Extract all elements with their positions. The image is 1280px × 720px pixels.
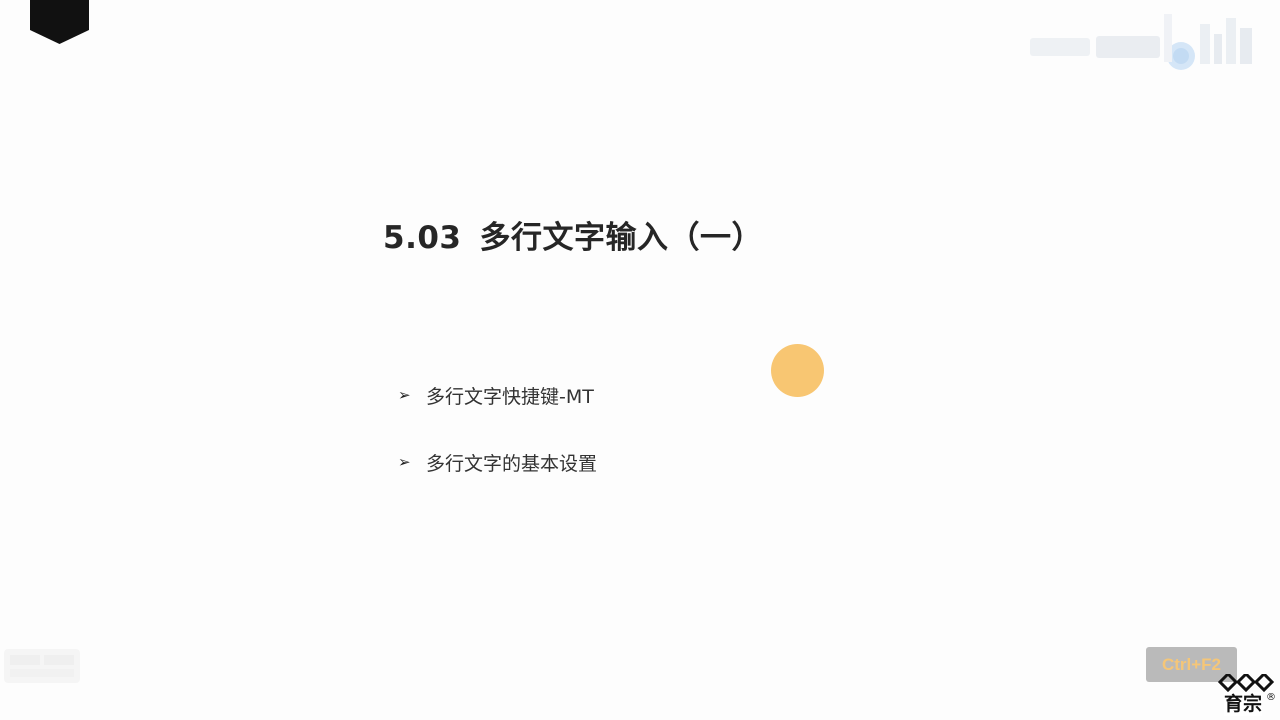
- slide-title-number: 5.03: [383, 220, 462, 256]
- slide-title: 5.03 多行文字输入（一）: [383, 212, 763, 257]
- arrow-bullet-icon: ➢: [398, 386, 411, 404]
- watermark-badge: [4, 649, 80, 683]
- registered-mark: ®: [1266, 692, 1276, 703]
- slide-title-text: 多行文字输入（一）: [479, 220, 763, 256]
- bullet-list: ➢ 多行文字快捷键-MT ➢ 多行文字的基本设置: [398, 381, 597, 515]
- brand-name: 育宗: [1224, 692, 1263, 716]
- bullet-label: 多行文字快捷键-MT: [426, 385, 594, 408]
- arrow-bullet-icon: ➢: [398, 453, 411, 471]
- corner-tab-decoration: [30, 0, 89, 44]
- list-item: ➢ 多行文字快捷键-MT: [398, 381, 597, 409]
- cursor-highlight-dot: [771, 344, 824, 397]
- bullet-label: 多行文字的基本设置: [426, 452, 598, 475]
- list-item: ➢ 多行文字的基本设置: [398, 448, 597, 476]
- slide-canvas: 5.03 多行文字输入（一） ➢ 多行文字快捷键-MT ➢ 多行文字的基本设置 C…: [0, 0, 1280, 720]
- watermark-logo: [1030, 14, 1252, 70]
